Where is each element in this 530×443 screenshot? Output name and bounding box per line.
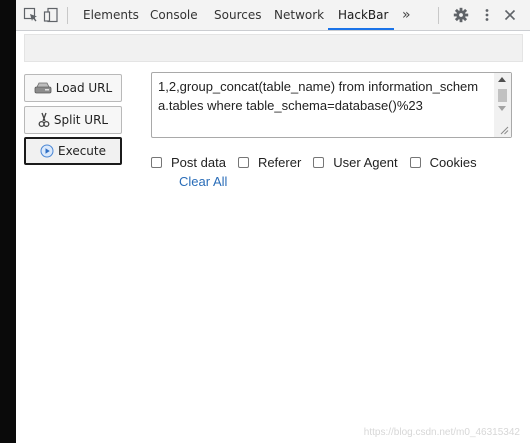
split-url-label: Split URL [53,113,109,127]
watermark-text: https://blog.csdn.net/m0_46315342 [363,427,520,438]
resize-grip-icon[interactable] [500,126,509,135]
cookies-option[interactable]: Cookies [409,154,477,170]
tab-sources[interactable]: Sources [214,0,261,30]
referer-option[interactable]: Referer [237,154,302,170]
tab-hackbar[interactable]: HackBar [338,0,388,30]
toolbar-divider [67,7,68,24]
tab-console[interactable]: Console [150,0,198,30]
user-agent-checkbox[interactable] [313,156,325,168]
kebab-menu-icon[interactable] [479,7,495,23]
cookies-label: Cookies [429,154,477,170]
left-edge-bar [0,0,16,443]
hackbar-top-strip [24,34,523,62]
cookies-checkbox[interactable] [409,156,421,168]
drive-icon [34,82,52,94]
post-data-option[interactable]: Post data [151,155,226,170]
load-url-button[interactable]: Load URL [24,74,122,102]
active-tab-indicator [328,28,394,30]
scissors-icon [38,112,50,128]
url-textarea[interactable]: 1,2,group_concat(table_name) from inform… [151,72,512,138]
scroll-up-arrow-icon[interactable] [498,77,506,82]
referer-label: Referer [257,154,302,170]
options-row: Post data Referer User Agent Cookies [151,153,489,171]
tab-elements[interactable]: Elements [83,0,139,30]
close-icon[interactable] [502,7,518,23]
more-tabs-button[interactable]: » [402,0,411,30]
execute-label: Execute [58,144,106,158]
url-text-value: 1,2,group_concat(table_name) from inform… [158,79,479,113]
post-data-label: Post data [171,154,226,170]
scroll-down-arrow-icon[interactable] [498,106,506,111]
execute-button[interactable]: Execute [24,137,122,165]
referer-checkbox[interactable] [237,156,249,168]
user-agent-label: User Agent [333,154,398,170]
split-url-button[interactable]: Split URL [24,106,122,134]
devtools-tab-bar: Elements Console Sources Network HackBar… [16,0,530,31]
device-toggle-icon[interactable] [43,7,59,23]
toolbar-divider [438,7,439,24]
scroll-thumb[interactable] [498,89,507,102]
tab-network[interactable]: Network [274,0,324,30]
gear-icon[interactable] [453,7,469,23]
cursor-inspect-icon[interactable] [23,7,39,23]
clear-all-link[interactable]: Clear All [179,174,227,189]
load-url-label: Load URL [55,81,113,95]
user-agent-option[interactable]: User Agent [313,154,398,170]
post-data-checkbox[interactable] [151,156,162,168]
play-icon [40,144,54,158]
